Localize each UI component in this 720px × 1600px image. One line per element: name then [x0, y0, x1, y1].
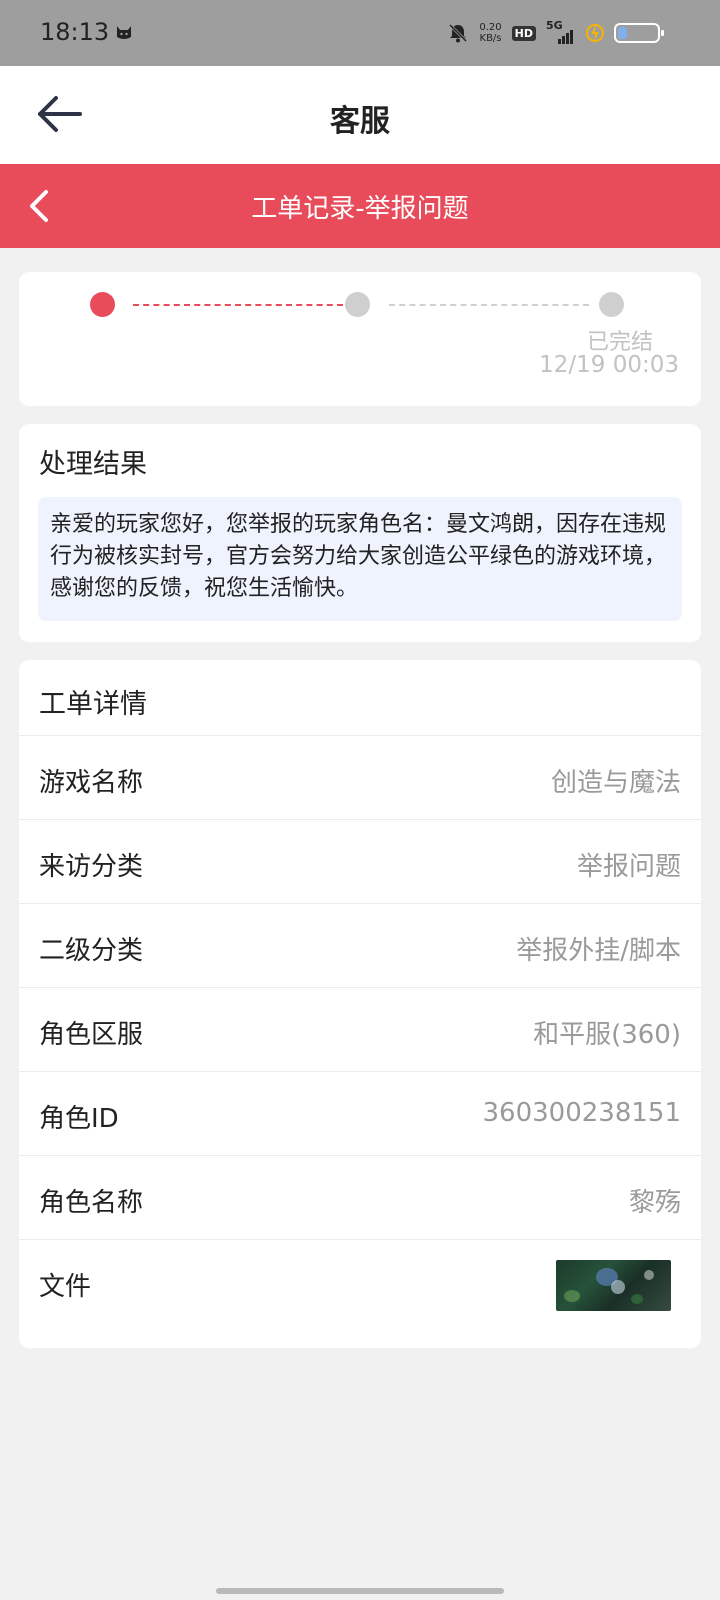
row-label: 来访分类 — [39, 852, 144, 882]
app-bar: 客服 — [0, 66, 720, 164]
detail-title: 工单详情 — [39, 689, 147, 720]
row-label: 文件 — [39, 1272, 92, 1302]
hd-badge: HD — [511, 25, 536, 41]
sub-header-title: 工单记录-举报问题 — [251, 194, 469, 224]
row-value: 360300238151 — [482, 1098, 681, 1128]
sub-header: 工单记录-举报问题 — [0, 164, 720, 248]
status-time: 18:13 — [40, 18, 110, 46]
detail-row-game: 游戏名称 创造与魔法 — [19, 736, 701, 820]
detail-header: 工单详情 — [19, 660, 701, 736]
step-dot-2 — [345, 292, 370, 317]
signal-icon: 5G — [546, 19, 576, 45]
bell-off-icon — [449, 23, 468, 43]
battery-fill — [618, 27, 627, 39]
result-title: 处理结果 — [39, 449, 147, 480]
row-label: 二级分类 — [39, 936, 144, 966]
step-connector-2 — [389, 304, 589, 306]
step-dot-1 — [90, 292, 115, 317]
status-bar: 18:13 0.20 KB/s HD 5G — [0, 0, 720, 66]
status-icons: 0.20 KB/s HD 5G — [447, 18, 664, 48]
file-thumbnail[interactable] — [556, 1260, 671, 1311]
charging-icon — [586, 24, 604, 42]
detail-row-subcategory: 二级分类 举报外挂/脚本 — [19, 904, 701, 988]
home-indicator[interactable] — [216, 1588, 504, 1594]
step-dot-3 — [599, 292, 624, 317]
row-value: 黎殇 — [628, 1188, 681, 1218]
row-label: 角色区服 — [39, 1020, 144, 1050]
page-title: 客服 — [330, 104, 390, 139]
row-label: 游戏名称 — [39, 768, 144, 798]
result-card: 处理结果 亲爱的玩家您好，您举报的玩家角色名：曼文鸿朗，因存在违规行为被核实封号… — [19, 424, 701, 642]
result-text: 亲爱的玩家您好，您举报的玩家角色名：曼文鸿朗，因存在违规行为被核实封号，官方会努… — [38, 497, 682, 621]
detail-row-category: 来访分类 举报问题 — [19, 820, 701, 904]
row-value: 举报问题 — [576, 852, 681, 882]
step-final-time: 12/19 00:03 — [539, 352, 679, 378]
cat-icon — [117, 26, 131, 39]
detail-row-role-name: 角色名称 黎殇 — [19, 1156, 701, 1240]
detail-row-file: 文件 — [19, 1240, 701, 1344]
battery-cap — [661, 30, 664, 36]
net-speed: 0.20 KB/s — [479, 22, 502, 44]
battery-icon — [614, 23, 664, 43]
step-connector-1 — [133, 304, 343, 306]
progress-card: 已完结 12/19 00:03 — [19, 272, 701, 406]
detail-row-server: 角色区服 和平服(360) — [19, 988, 701, 1072]
detail-row-role-id: 角色ID 360300238151 — [19, 1072, 701, 1156]
row-value: 和平服(360) — [533, 1020, 681, 1050]
detail-card: 工单详情 游戏名称 创造与魔法 来访分类 举报问题 二级分类 举报外挂/脚本 角… — [19, 660, 701, 1348]
row-value: 创造与魔法 — [550, 768, 681, 798]
row-value: 举报外挂/脚本 — [516, 936, 681, 966]
row-label: 角色名称 — [39, 1188, 144, 1218]
row-label: 角色ID — [39, 1104, 119, 1134]
signal-bars — [558, 30, 573, 44]
